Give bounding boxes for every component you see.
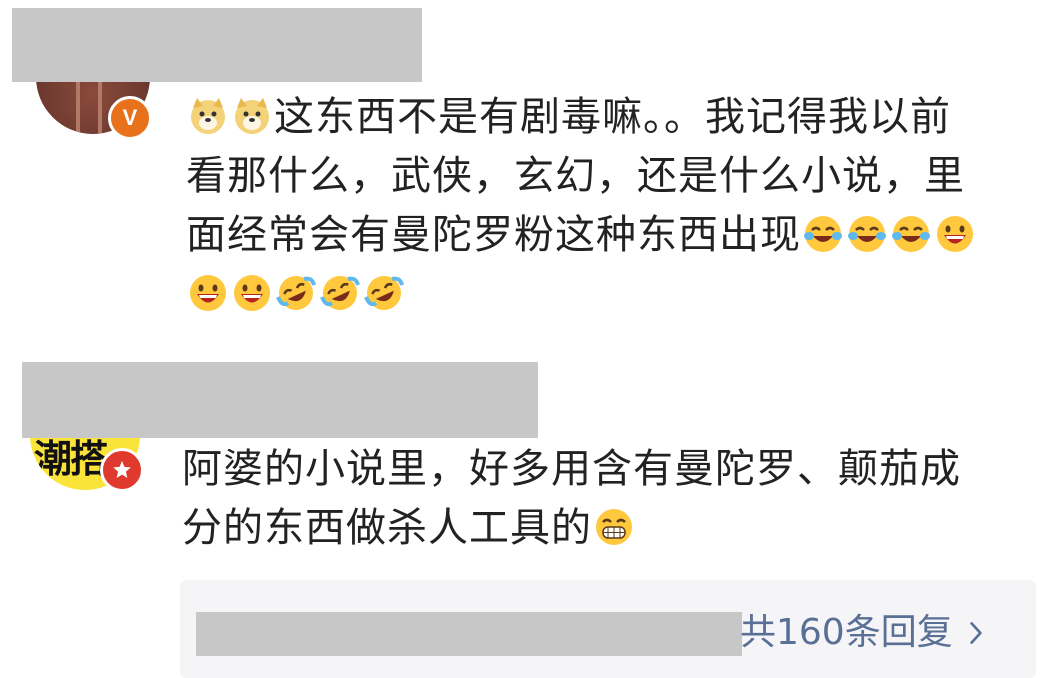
laugh-cry-emoji — [803, 214, 843, 254]
redacted-reply-preview — [196, 612, 742, 656]
big-grin-emoji — [594, 507, 634, 547]
replies-count-label: 共160条回复 — [740, 612, 953, 653]
rofl-emoji — [364, 273, 404, 313]
chevron-right-icon — [969, 612, 983, 658]
redacted-username — [22, 362, 538, 438]
comment-line: 阿婆的小说里，好多用含有曼陀罗、颠茄成 — [182, 446, 961, 492]
rofl-emoji — [320, 273, 360, 313]
verified-v-icon: V — [108, 96, 152, 140]
grin-emoji — [935, 214, 975, 254]
comment-line: 面经常会有曼陀罗粉这种东西出现 — [186, 206, 977, 265]
comment-line: 分的东西做杀人工具的 — [182, 499, 961, 558]
comment-1-text: 这东西不是有剧毒嘛。。我记得我以前 看那什么，武侠，玄幻，还是什么小说，里 面经… — [186, 88, 977, 324]
view-replies-link[interactable]: 共160条回复 — [740, 610, 983, 658]
redacted-username — [12, 8, 422, 82]
rofl-emoji — [276, 273, 316, 313]
star-badge-icon — [100, 448, 144, 492]
doge-emoji — [188, 96, 228, 136]
comment-line — [186, 265, 977, 324]
grin-emoji — [232, 273, 272, 313]
laugh-cry-emoji — [847, 214, 887, 254]
laugh-cry-emoji — [891, 214, 931, 254]
comment-line: 这东西不是有剧毒嘛。。我记得我以前 — [186, 88, 977, 147]
doge-emoji — [232, 96, 272, 136]
grin-emoji — [188, 273, 228, 313]
comment-2-text: 阿婆的小说里，好多用含有曼陀罗、颠茄成 分的东西做杀人工具的 — [182, 440, 961, 558]
comment-line: 看那什么，武侠，玄幻，还是什么小说，里 — [186, 153, 965, 199]
